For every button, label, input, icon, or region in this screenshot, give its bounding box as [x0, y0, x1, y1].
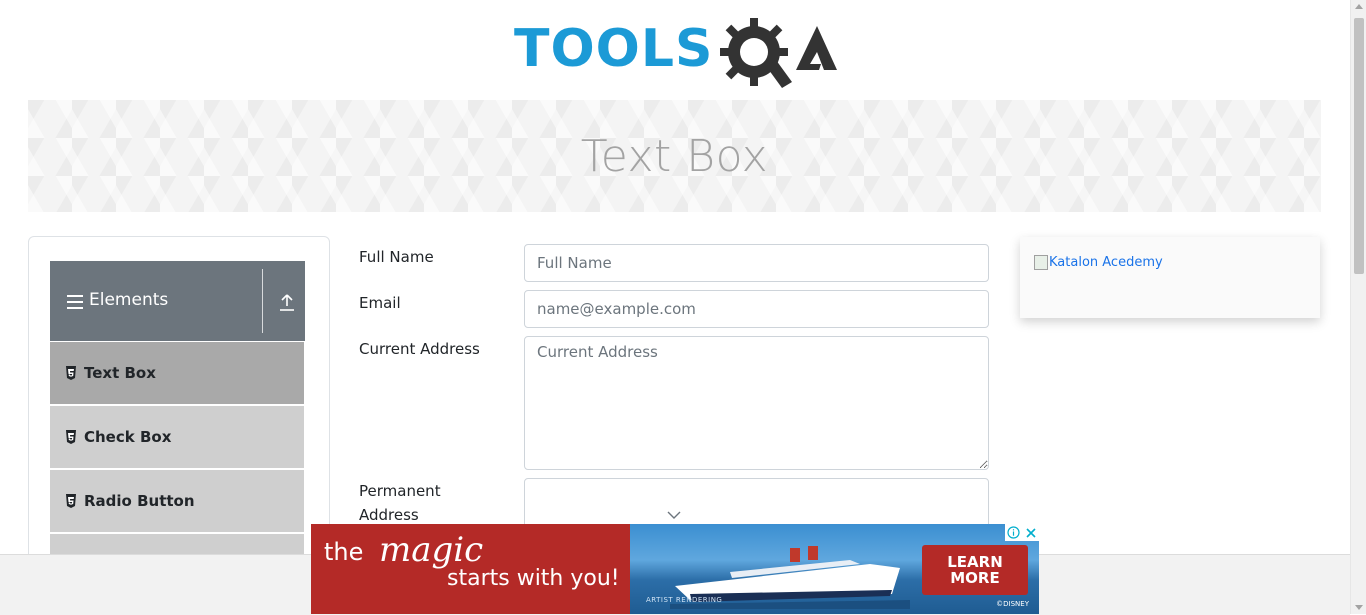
ad-right-panel: LEARN MORE ARTIST RENDERING ©DISNEY [630, 524, 1039, 614]
permanent-address-label: Permanent Address [359, 482, 441, 524]
promo-alt-text: Katalon Acedemy [1049, 255, 1163, 270]
html5-icon [66, 494, 76, 508]
sidebar-item-label: Text Box [84, 364, 156, 382]
upload-arrow-icon[interactable] [279, 294, 295, 312]
current-address-textarea[interactable] [524, 336, 989, 470]
ad-text-the: the [324, 538, 364, 566]
katalon-promo[interactable]: Katalon Acedemy [1020, 237, 1320, 318]
logo-letter-a [796, 26, 837, 70]
sidebar-item-label: Radio Button [84, 492, 195, 510]
full-name-input[interactable] [524, 244, 989, 282]
full-name-label: Full Name [359, 248, 434, 266]
page-banner: Text Box [28, 100, 1321, 212]
html5-icon [66, 430, 76, 444]
learn-more-button[interactable]: LEARN MORE [922, 545, 1028, 595]
ad-close-icon[interactable] [1022, 524, 1039, 541]
sidebar-item-radio-button[interactable]: Radio Button [50, 469, 304, 532]
page-title: Text Box [580, 130, 769, 182]
scroll-up-arrow-icon[interactable] [1355, 4, 1363, 9]
current-address-label: Current Address [359, 340, 480, 358]
ad-left-panel: the magic starts with you! [311, 524, 630, 614]
gear-magnifier-icon [720, 18, 792, 88]
ad-tagline: starts with you! [447, 566, 620, 591]
disney-ad[interactable]: the magic starts with you! LEARN MORE ART… [311, 524, 1039, 614]
promo-link[interactable]: Katalon Acedemy [1034, 255, 1163, 270]
group-title: Elements [89, 290, 169, 310]
ad-disclaimer: ARTIST RENDERING [646, 596, 723, 604]
email-label: Email [359, 294, 401, 312]
ad-controls [1005, 524, 1039, 541]
page-scrollbar[interactable] [1350, 0, 1366, 614]
sidebar-item-label: Check Box [84, 428, 172, 446]
ad-text-magic: magic [379, 530, 484, 570]
cta-line2: MORE [950, 569, 1000, 587]
logo-text: TOOLS [514, 19, 713, 79]
sidebar-item-check-box[interactable]: Check Box [50, 405, 304, 468]
broken-image-icon [1034, 255, 1048, 270]
ad-brand: ©DISNEY [996, 600, 1029, 608]
email-input[interactable] [524, 290, 989, 328]
sidebar-item-text-box[interactable]: Text Box [50, 341, 304, 404]
header-divider [262, 269, 263, 333]
toolsqa-logo[interactable]: TOOLS [514, 16, 840, 92]
scroll-down-arrow-icon[interactable] [1355, 605, 1363, 610]
hamburger-icon [67, 295, 83, 309]
ad-info-icon[interactable] [1005, 524, 1022, 541]
elements-group-header[interactable]: Elements [50, 261, 305, 341]
chevron-down-icon [667, 511, 681, 519]
scrollbar-thumb[interactable] [1354, 18, 1364, 274]
html5-icon [66, 366, 76, 380]
